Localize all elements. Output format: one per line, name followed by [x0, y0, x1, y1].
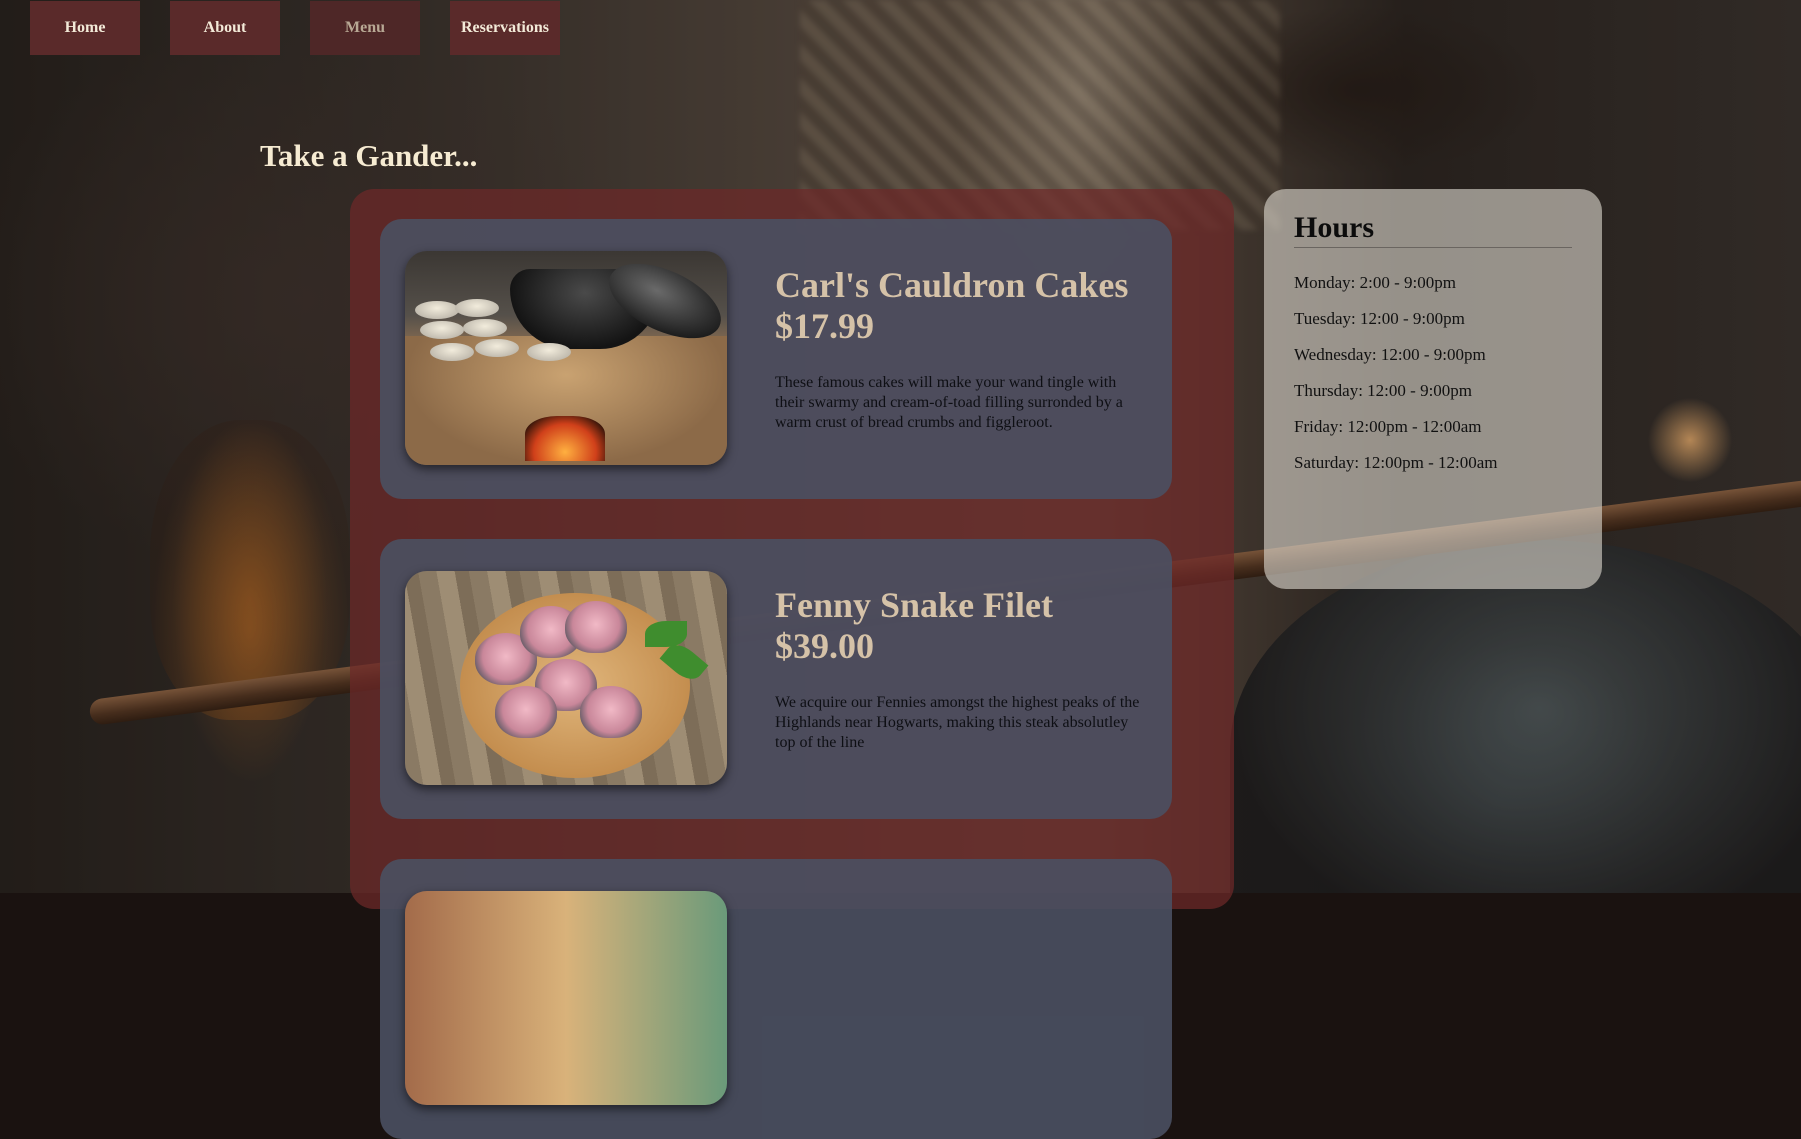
menu-item-card [380, 859, 1172, 1139]
hours-monday: Monday: 2:00 - 9:00pm [1294, 273, 1456, 292]
nav-home-button[interactable]: Home [30, 1, 140, 55]
menu-item-card: Carl's Cauldron Cakes $17.99 These famou… [380, 219, 1172, 499]
dish-name: Fenny Snake Filet [775, 585, 1054, 625]
dish-image [405, 891, 727, 1105]
hours-panel: Hours Monday: 2:00 - 9:00pm Tuesday: 12:… [1264, 189, 1602, 589]
hours-tuesday: Tuesday: 12:00 - 9:00pm [1294, 309, 1465, 328]
nav-about-button[interactable]: About [170, 1, 280, 55]
dish-description: We acquire our Fennies amongst the highe… [775, 694, 1140, 751]
cauldron-cakes-image [405, 251, 727, 465]
fire-icon [525, 416, 605, 461]
menu-item-card: Fenny Snake Filet $39.00 We acquire our … [380, 539, 1172, 819]
dish-name: Carl's Cauldron Cakes [775, 265, 1129, 305]
menu-panel: Carl's Cauldron Cakes $17.99 These famou… [350, 189, 1234, 1139]
hours-saturday: Saturday: 12:00pm - 12:00am [1294, 453, 1498, 472]
nav-menu-button[interactable]: Menu [310, 1, 420, 55]
nav-reservations-button[interactable]: Reservations [450, 1, 560, 55]
dish-price: $39.00 [775, 626, 874, 666]
dish-description: These famous cakes will make your wand t… [775, 374, 1123, 431]
hours-title: Hours [1294, 211, 1572, 248]
hours-list: Monday: 2:00 - 9:00pm Tuesday: 12:00 - 9… [1294, 272, 1498, 488]
hours-thursday: Thursday: 12:00 - 9:00pm [1294, 381, 1473, 400]
hours-wednesday: Wednesday: 12:00 - 9:00pm [1294, 345, 1486, 364]
dish-price: $17.99 [775, 306, 874, 346]
hours-friday: Friday: 12:00pm - 12:00am [1294, 417, 1482, 436]
page-title: Take a Gander... [260, 138, 478, 173]
main-nav: Home About Menu Reservations [30, 1, 560, 55]
snake-filet-image [405, 571, 727, 785]
